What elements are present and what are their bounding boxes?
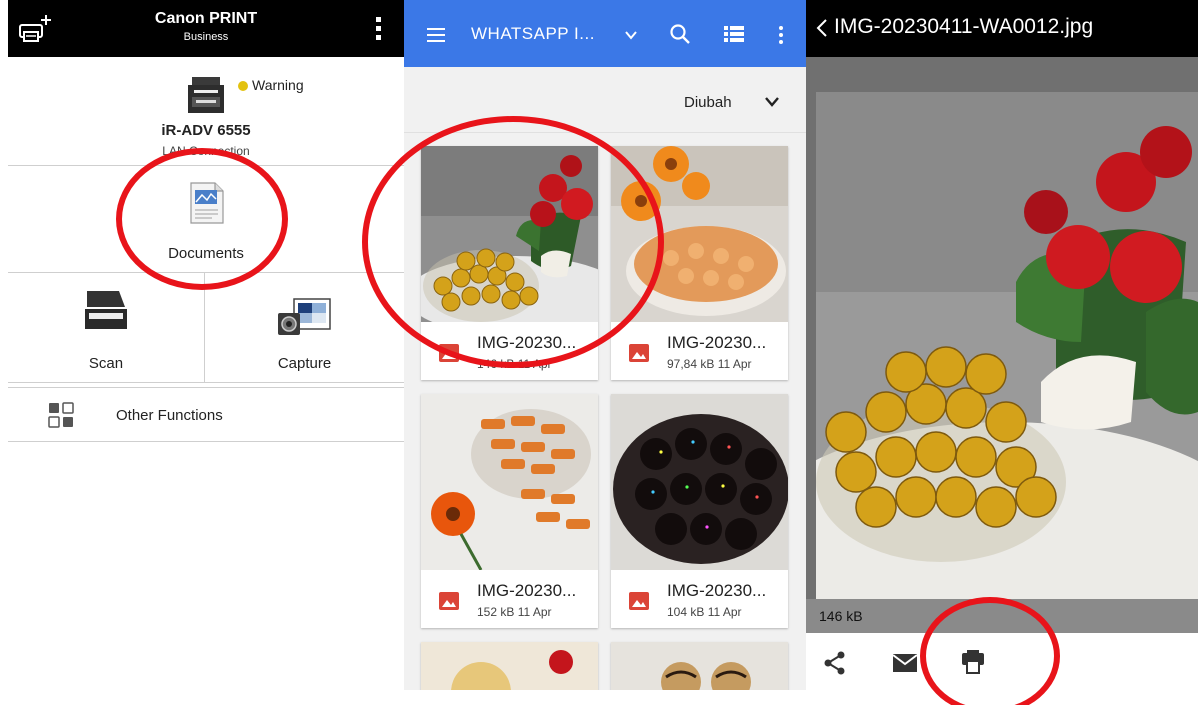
image-viewer: 146 kB <box>806 57 1198 633</box>
scan-button[interactable]: Scan <box>8 272 205 382</box>
file-card-meta: IMG-20230... 104 kB 11 Apr <box>611 570 788 628</box>
photo-partial-cookies <box>421 642 598 690</box>
file-name: IMG-20230... <box>667 333 767 352</box>
mail-icon[interactable] <box>892 653 918 673</box>
file-card-meta: IMG-20230... 146 kB 11 Apr <box>421 322 598 380</box>
camera-capture-icon <box>278 298 331 335</box>
image-file-icon <box>439 592 459 610</box>
print-icon[interactable] <box>960 649 986 675</box>
file-info: 152 kB 11 Apr <box>477 605 552 619</box>
photo-orange-cookies <box>611 146 788 322</box>
sort-by-modified[interactable]: Diubah <box>684 94 732 111</box>
share-icon[interactable] <box>824 651 846 675</box>
sort-chevron-icon[interactable] <box>764 95 780 109</box>
app-title: Canon PRINT <box>154 10 258 27</box>
scanner-icon <box>85 291 127 329</box>
other-functions-button[interactable]: Other Functions <box>8 388 404 442</box>
selected-printer[interactable]: Warning iR-ADV 6555 LAN Connection <box>8 57 404 165</box>
file-name: IMG-20230... <box>667 581 767 600</box>
menu-icon[interactable] <box>427 28 445 42</box>
file-card[interactable]: IMG-20230... 104 kB 11 Apr <box>611 394 788 628</box>
photo-gold-chocolates-large <box>816 92 1198 599</box>
printer-model: iR-ADV 6555 <box>161 122 251 139</box>
documents-label: Documents <box>168 245 244 262</box>
connection-type: LAN Connection <box>162 144 250 158</box>
scan-label: Scan <box>88 355 124 372</box>
file-name: IMG-20230... <box>477 581 577 600</box>
file-name: IMG-20230... <box>477 333 577 352</box>
image-file-icon <box>629 344 649 362</box>
other-functions-label: Other Functions <box>116 407 223 424</box>
preview-app-bar: IMG-20230411-WA0012.jpg <box>806 0 1198 57</box>
image-preview-screen: IMG-20230411-WA0012.jpg 146 kB <box>806 0 1198 705</box>
preview-photo[interactable] <box>816 92 1198 599</box>
search-icon[interactable] <box>669 23 691 45</box>
file-card[interactable]: IMG-20230... 97,84 kB 11 Apr <box>611 146 788 380</box>
file-card-meta: IMG-20230... 97,84 kB 11 Apr <box>611 322 788 380</box>
preview-file-title: IMG-20230411-WA0012.jpg <box>834 15 1094 38</box>
warning-status-dot <box>238 81 248 91</box>
file-info: 104 kB 11 Apr <box>667 605 742 619</box>
capture-button[interactable]: Capture <box>205 272 404 382</box>
file-card[interactable]: IMG-20230... 146 kB 11 Apr <box>421 146 598 380</box>
photo-gold-chocolates <box>421 146 598 322</box>
picker-app-bar: WHATSAPP I... <box>404 0 806 67</box>
file-card-meta: IMG-20230... 152 kB 11 Apr <box>421 570 598 628</box>
folder-title[interactable]: WHATSAPP I... <box>471 24 595 44</box>
overflow-menu-icon[interactable] <box>376 17 382 43</box>
file-thumbnail[interactable] <box>421 146 598 322</box>
grid-apps-icon <box>48 402 74 428</box>
list-view-icon[interactable] <box>724 25 744 43</box>
file-picker-screen: WHATSAPP I... Diubah IMG-20230... 146 kB… <box>404 0 806 690</box>
file-thumbnail[interactable] <box>421 394 598 570</box>
documents-button[interactable]: Documents <box>8 165 404 272</box>
sort-bar: Diubah <box>404 67 806 133</box>
more-options-icon[interactable] <box>779 26 783 44</box>
photo-chocolate-balls <box>611 394 788 570</box>
file-card[interactable] <box>421 642 598 690</box>
printer-icon <box>188 77 224 113</box>
file-card[interactable] <box>611 642 788 690</box>
back-chevron-icon[interactable] <box>816 18 828 38</box>
preview-action-bar <box>806 633 1198 693</box>
canon-print-screen: Canon PRINT Business Warning iR-ADV 6555… <box>8 0 404 690</box>
file-card[interactable]: IMG-20230... 152 kB 11 Apr <box>421 394 598 628</box>
file-thumbnail[interactable] <box>611 146 788 322</box>
app-subtitle: Business <box>183 31 229 43</box>
image-file-icon <box>629 592 649 610</box>
file-size: 146 kB <box>819 608 863 624</box>
chevron-down-icon[interactable] <box>624 28 638 42</box>
capture-label: Capture <box>277 355 332 372</box>
image-file-icon <box>439 344 459 362</box>
document-icon <box>190 182 224 224</box>
file-size-strip: 146 kB <box>806 599 1198 633</box>
photo-wafer-cookies <box>421 394 598 570</box>
file-thumbnail[interactable] <box>611 394 788 570</box>
canon-app-bar: Canon PRINT Business <box>8 0 404 57</box>
printer-status: Warning <box>252 77 304 93</box>
file-info: 146 kB 11 Apr <box>477 357 552 371</box>
file-info: 97,84 kB 11 Apr <box>667 357 752 371</box>
photo-partial-choc-cookies <box>611 642 788 690</box>
